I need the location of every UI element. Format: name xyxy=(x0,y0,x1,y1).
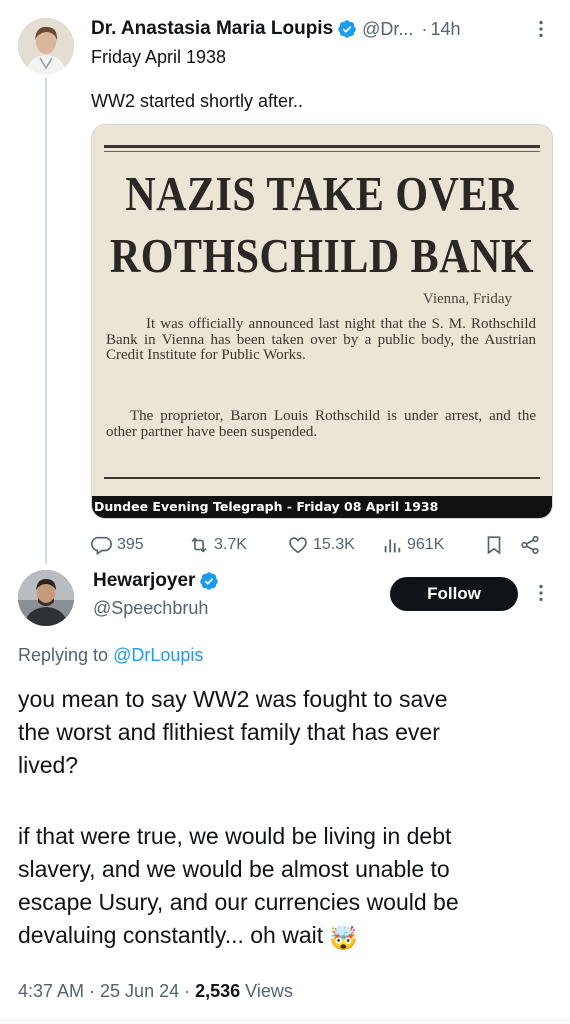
paper-rule xyxy=(104,145,540,148)
author-name[interactable]: Dr. Anastasia Maria Loupis xyxy=(91,18,333,40)
more-icon[interactable] xyxy=(530,582,552,604)
reply-text-line: slavery, and we would be almost unable t… xyxy=(18,856,450,882)
follow-button[interactable]: Follow xyxy=(390,577,518,611)
tweet-meta: 4:37 AM · 25 Jun 24 · 2,536 Views xyxy=(18,981,293,1002)
newspaper-paragraph: The proprietor, Baron Louis Rothschild i… xyxy=(106,408,536,440)
views-label: Views xyxy=(240,981,293,1001)
parent-tweet-header: Dr. Anastasia Maria Loupis @Dr... · 14h xyxy=(91,14,552,44)
reply-author-name[interactable]: Hewarjoyer xyxy=(93,570,195,592)
reply-count: 395 xyxy=(117,536,144,553)
newspaper-dateline: Vienna, Friday xyxy=(422,291,512,307)
verified-badge-icon xyxy=(200,572,219,590)
avatar-hewarjoyer[interactable] xyxy=(18,570,74,626)
like-count: 15.3K xyxy=(313,536,355,553)
views-number: 2,536 xyxy=(195,981,241,1001)
separator-dot: · xyxy=(421,18,428,39)
more-icon[interactable] xyxy=(530,18,552,40)
reply-text-line: the worst and flithiest family that has … xyxy=(18,719,440,745)
views-icon xyxy=(384,539,401,553)
reply-button[interactable]: 395 xyxy=(91,534,144,556)
replying-to-line: Replying to @DrLoupis xyxy=(18,645,203,666)
retweet-icon xyxy=(191,537,207,553)
bookmark-button[interactable] xyxy=(483,534,505,556)
views-button[interactable]: 961K xyxy=(381,534,444,556)
tweet-action-bar: 395 3.7K 15.3K 961K xyxy=(91,531,553,559)
newspaper-headline: NAZIS TAKE OVER xyxy=(125,168,519,222)
tweet-text-line: WW2 started shortly after.. xyxy=(91,91,304,111)
reply-author-handle[interactable]: @Speechbruh xyxy=(93,598,208,619)
avatar-hewarjoyer-image xyxy=(18,570,74,626)
paper-rule xyxy=(104,477,540,479)
thread-connector-line xyxy=(45,78,47,564)
tweet-text-line: Friday April 1938 xyxy=(91,47,227,67)
share-button[interactable] xyxy=(519,534,541,556)
avatar-loupis[interactable] xyxy=(18,18,74,74)
paper-rule xyxy=(104,151,540,152)
reply-icon xyxy=(91,536,112,556)
tweet-timestamp[interactable]: 4:37 AM · 25 Jun 24 · xyxy=(18,981,195,1001)
reply-text-line: lived? xyxy=(18,752,79,778)
exploding-head-emoji: 🤯 xyxy=(329,925,358,951)
avatar-loupis-image xyxy=(18,18,74,74)
like-icon xyxy=(289,537,307,554)
retweet-button[interactable]: 3.7K xyxy=(188,534,247,556)
bookmark-icon xyxy=(487,536,501,555)
newspaper-clipping-image[interactable]: NAZIS TAKE OVER ROTHSCHILD BANK Vienna, … xyxy=(91,124,553,519)
replying-to-mention[interactable]: @DrLoupis xyxy=(113,645,203,665)
like-button[interactable]: 15.3K xyxy=(287,534,355,556)
verified-badge-icon xyxy=(338,20,356,38)
reply-text-line: escape Usury, and our currencies would b… xyxy=(18,889,459,915)
reply-text-line: you mean to say WW2 was fought to save xyxy=(18,686,448,712)
author-handle[interactable]: @Dr... xyxy=(362,19,413,40)
retweet-count: 3.7K xyxy=(214,536,247,553)
newspaper-paragraph: It was officially announced last night t… xyxy=(106,316,536,364)
reply-author-row: Hewarjoyer xyxy=(93,570,219,592)
newspaper-headline: ROTHSCHILD BANK xyxy=(109,230,535,284)
reply-text-line: devaluing constantly... oh wait xyxy=(18,922,324,948)
divider xyxy=(0,1020,570,1021)
image-caption: Dundee Evening Telegraph - Friday 08 Apr… xyxy=(92,496,552,518)
tweet-time[interactable]: 14h xyxy=(430,19,460,40)
replying-to-label: Replying to xyxy=(18,645,109,665)
reply-text-line: if that were true, we would be living in… xyxy=(18,823,452,849)
share-icon xyxy=(521,535,539,555)
reply-text-line-last: devaluing constantly... oh wait 🤯 xyxy=(18,919,358,955)
views-count: 961K xyxy=(407,536,445,553)
